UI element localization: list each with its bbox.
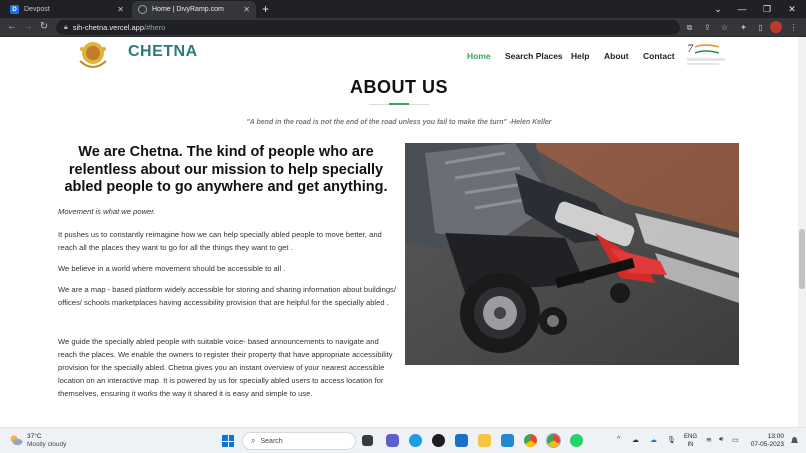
search-placeholder: Search bbox=[260, 437, 283, 445]
tab-title: Home | DivyRamp.com bbox=[152, 6, 224, 13]
reload-icon[interactable]: ↻ bbox=[38, 21, 50, 33]
tab-title: Devpost bbox=[24, 6, 50, 13]
weather-temperature[interactable]: 37°C bbox=[27, 433, 42, 440]
close-window-icon[interactable]: ✕ bbox=[780, 0, 804, 18]
teams-icon[interactable] bbox=[386, 434, 399, 447]
clock-time: 13:00 bbox=[767, 433, 784, 440]
task-view-icon[interactable] bbox=[362, 435, 373, 446]
url-path: /#hero bbox=[144, 23, 166, 32]
mail-icon[interactable] bbox=[455, 434, 468, 447]
profile-avatar[interactable] bbox=[770, 21, 782, 33]
taskbar-search[interactable]: ⌕ Search bbox=[242, 432, 356, 450]
brand-name[interactable]: CHETNA bbox=[128, 43, 198, 61]
chrome-icon[interactable] bbox=[524, 434, 537, 447]
nav-home[interactable]: Home bbox=[467, 51, 491, 61]
whatsapp-icon[interactable] bbox=[570, 434, 583, 447]
menu-kebab-icon[interactable]: ⋮ bbox=[788, 22, 799, 33]
edge-icon[interactable] bbox=[409, 434, 422, 447]
dell-icon[interactable] bbox=[432, 434, 445, 447]
close-icon[interactable]: ✕ bbox=[117, 5, 124, 14]
browser-toolbar: ← → ↻ 🔒︎ sih-chetna.vercel.app /#hero ⧉ … bbox=[0, 18, 806, 37]
system-clock[interactable]: 13:00 07-05-2023 bbox=[751, 433, 784, 449]
nav-contact[interactable]: Contact bbox=[643, 51, 675, 61]
notification-bell-icon[interactable] bbox=[790, 436, 799, 445]
language-code: ENG bbox=[684, 434, 698, 440]
extensions-puzzle-icon[interactable]: ✦ bbox=[738, 22, 749, 33]
paragraph-3: We are a map - based platform widely acc… bbox=[58, 285, 396, 307]
wifi-icon[interactable]: ≋ bbox=[706, 436, 712, 444]
tray-chevron-up-icon[interactable]: ^ bbox=[617, 436, 620, 443]
forward-icon[interactable]: → bbox=[22, 21, 34, 33]
globe-icon bbox=[138, 5, 147, 14]
about-title: ABOUT US bbox=[350, 77, 448, 97]
vscode-icon[interactable] bbox=[501, 434, 514, 447]
weather-description[interactable]: Mostly cloudy bbox=[27, 441, 66, 448]
region-code: IN bbox=[687, 442, 694, 448]
side-panel-icon[interactable]: ▯ bbox=[755, 22, 766, 33]
chetna-logo[interactable] bbox=[70, 39, 116, 77]
paragraph-4: We guide the specially abled people with… bbox=[58, 337, 393, 398]
search-icon: ⌕ bbox=[251, 436, 256, 445]
wheelchair-photo bbox=[405, 143, 739, 365]
url-host: sih-chetna.vercel.app bbox=[72, 23, 145, 32]
page-scrollbar[interactable] bbox=[798, 37, 806, 427]
scrollbar-thumb[interactable] bbox=[799, 229, 805, 289]
svg-text:7: 7 bbox=[687, 44, 694, 55]
file-explorer-icon[interactable] bbox=[478, 434, 491, 447]
about-headline: We are Chetna. The kind of people who ar… bbox=[64, 144, 388, 195]
title-accent-underline bbox=[389, 103, 409, 105]
cloudy-weather-icon[interactable] bbox=[9, 434, 23, 446]
paragraph-2: We believe in a world where movement sho… bbox=[58, 264, 286, 273]
web-page: CHETNA Home Search Places Help About Con… bbox=[0, 37, 798, 427]
chrome-active-icon[interactable] bbox=[546, 433, 561, 448]
bookmark-star-icon[interactable]: ☆ bbox=[719, 22, 730, 33]
volume-icon[interactable]: 🔊︎ bbox=[719, 436, 723, 444]
battery-icon[interactable]: ▭ bbox=[732, 436, 739, 444]
windows-start-icon[interactable] bbox=[222, 435, 234, 447]
windows-taskbar: 37°C Mostly cloudy ⌕ Search ^ ☁ ☁ 🎙︎ ENG… bbox=[0, 427, 806, 453]
paragraph-1: It pushes us to constantly reimagine how… bbox=[58, 230, 382, 252]
nav-help[interactable]: Help bbox=[571, 51, 589, 61]
onedrive-cloud-icon[interactable]: ☁ bbox=[632, 436, 639, 444]
tab-search-chevron-icon[interactable]: ⌄ bbox=[706, 0, 730, 18]
clock-date: 07-05-2023 bbox=[750, 441, 784, 448]
azadi-ka-amrit-mahotsav-logo: 7 bbox=[687, 44, 725, 65]
cloud-sync-icon[interactable]: ☁ bbox=[650, 436, 657, 444]
tab-devpost[interactable]: D Devpost ✕ bbox=[4, 1, 130, 18]
microphone-icon[interactable]: 🎙︎ bbox=[667, 436, 676, 444]
quote: "A bend in the road is not the end of th… bbox=[246, 119, 552, 126]
language-indicator[interactable]: ENG IN bbox=[684, 433, 697, 449]
tab-home-divyramp[interactable]: Home | DivyRamp.com ✕ bbox=[132, 1, 256, 18]
lock-icon: 🔒︎ bbox=[64, 23, 68, 31]
address-bar[interactable]: 🔒︎ sih-chetna.vercel.app /#hero bbox=[56, 20, 680, 35]
nav-search-places[interactable]: Search Places bbox=[505, 51, 563, 61]
nav-about[interactable]: About bbox=[604, 51, 629, 61]
tagline: Movement is what we power. bbox=[58, 207, 156, 216]
close-icon[interactable]: ✕ bbox=[243, 5, 250, 14]
new-tab-button[interactable]: + bbox=[262, 2, 269, 16]
share-icon[interactable]: ⇪ bbox=[702, 22, 713, 33]
restore-icon[interactable]: ❐ bbox=[755, 0, 779, 18]
install-app-icon[interactable]: ⧉ bbox=[684, 22, 695, 33]
minimize-icon[interactable]: — bbox=[730, 0, 754, 18]
back-icon[interactable]: ← bbox=[6, 21, 18, 33]
browser-tab-strip: D Devpost ✕ Home | DivyRamp.com ✕ + ⌄ — … bbox=[0, 0, 806, 18]
devpost-favicon-icon: D bbox=[10, 5, 19, 14]
